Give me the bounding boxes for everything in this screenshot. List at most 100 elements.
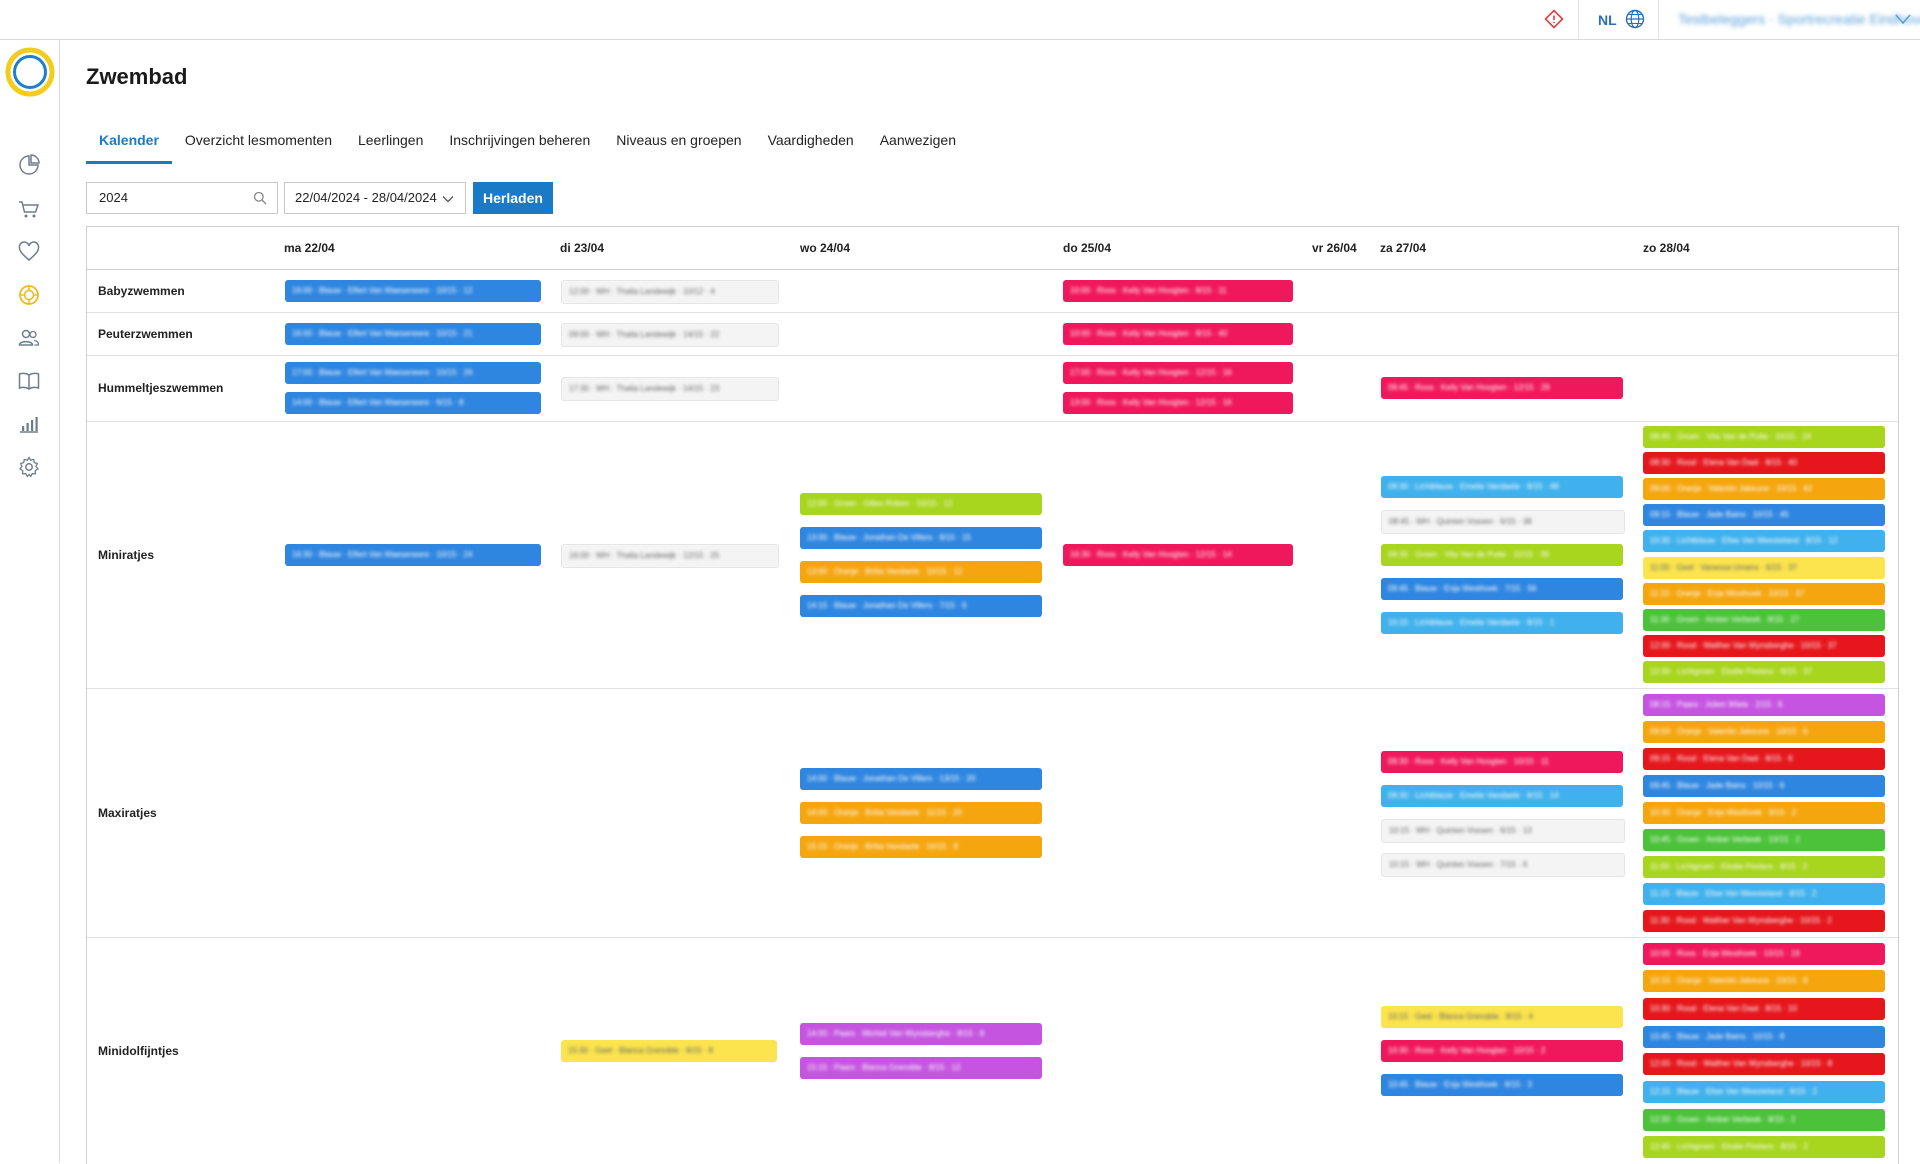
lesson-event[interactable]: 09:45 · Blauw · Jade Bains · 10/15 · 6 (1643, 775, 1885, 797)
lesson-event[interactable]: 12:30 · Groen · Amber Verbeek · 8/15 · 2 (1643, 1109, 1885, 1131)
tab-vaardigheden[interactable]: Vaardigheden (755, 126, 867, 160)
lesson-event[interactable]: 17:30 · WH · Thalia Landewijk · 14/15 · … (561, 377, 779, 401)
lesson-event[interactable]: 09:15 · Rood · Elena Van Daal · 8/15 · 6 (1643, 748, 1885, 770)
lesson-event[interactable]: 10:15 · Geel · Blanca Grenoble · 8/15 · … (1381, 1006, 1623, 1028)
lesson-event[interactable]: 11:30 · Groen · Amber Verbeek · 8/15 · 2… (1643, 609, 1885, 631)
day-header: di 23/04 (560, 241, 605, 255)
tab-leerlingen[interactable]: Leerlingen (345, 126, 436, 160)
search-icon[interactable] (253, 191, 267, 205)
dashboard-pie-icon[interactable] (17, 153, 41, 177)
lesson-event[interactable]: 15:15 · Oranje · Britta Vandaele · 10/15… (800, 836, 1042, 858)
alert-icon[interactable] (1543, 8, 1565, 30)
lesson-event[interactable]: 08:45 · WH · Quinten Vossen · 6/15 · 38 (1381, 510, 1625, 534)
year-search-field[interactable] (86, 182, 278, 214)
lesson-event[interactable]: 12:00 · Groen · Gilles Roben · 10/15 · 1… (800, 493, 1042, 515)
lesson-event[interactable]: 12:15 · Blauw · Elise Van Meesteland · 8… (1643, 1081, 1885, 1103)
lesson-event-text: 09:00 · Oranje · Valentin Jakeune · 10/1… (1650, 484, 1813, 493)
row-divider (87, 312, 1898, 313)
lesson-event[interactable]: 10:15 · WH · Quinten Vossen · 7/15 · 6 (1381, 853, 1625, 877)
lesson-event[interactable]: 08:30 · Rood · Elena Van Daal · 8/15 · 4… (1643, 452, 1885, 474)
lesson-event[interactable]: 11:15 · Blauw · Elise Van Meesteland · 8… (1643, 883, 1885, 905)
lesson-event[interactable]: 10:45 · Blauw · Enja Westhoek · 8/15 · 3 (1381, 1074, 1623, 1096)
lesson-event[interactable]: 10:30 · Rood · Elena Van Daal · 8/15 · 1… (1643, 998, 1885, 1020)
lesson-event[interactable]: 08:15 · Paars · Jolien Wiele · 2/15 · 6 (1643, 694, 1885, 716)
row-divider (87, 355, 1898, 356)
lesson-event[interactable]: 10:00 · Roos · Enja Westhoek · 10/15 · 1… (1643, 943, 1885, 965)
lesson-event[interactable]: 13:00 · Roos · Kelly Van Hoogten · 12/15… (1063, 392, 1293, 414)
lesson-event[interactable]: 10:30 · Lichtblauw · Elise Van Meestelan… (1643, 530, 1885, 552)
chevron-down-icon[interactable] (1893, 9, 1913, 29)
lesson-event[interactable]: 11:30 · Rood · Walther Van Wynsberghe · … (1643, 910, 1885, 932)
reload-button[interactable]: Herladen (473, 182, 553, 214)
account-name[interactable]: Testbeleggers · Sportrecreatie Eindhoven (1678, 11, 1920, 27)
settings-gear-icon[interactable] (17, 455, 41, 479)
lesson-event[interactable]: 09:30 · Lichtblauw · Emelie Vandaele · 8… (1381, 785, 1623, 807)
language-selector[interactable]: NL (1598, 12, 1617, 28)
lesson-event[interactable]: 09:45 · Roos · Kelly Van Hoogten · 12/15… (1381, 377, 1623, 399)
lesson-event[interactable]: 10:00 · Roos · Kelly Van Hoogten · 8/15 … (1063, 323, 1293, 345)
lesson-event-text: 11:30 · Groen · Amber Verbeek · 8/15 · 2… (1650, 615, 1800, 624)
tab-overzicht-lesmomenten[interactable]: Overzicht lesmomenten (172, 126, 345, 160)
date-range-select[interactable]: 22/04/2024 - 28/04/2024 (284, 182, 466, 214)
lesson-event[interactable]: 13:00 · Blauw · Jonathan De Villers · 8/… (800, 527, 1042, 549)
lesson-event[interactable]: 10:00 · Roos · Kelly Van Hoogten · 8/15 … (1063, 280, 1293, 302)
lesson-event[interactable]: 15:30 · Geel · Blanca Grenoble · 9/15 · … (561, 1040, 777, 1062)
lesson-event[interactable]: 15:15 · Paars · Blanca Grenoble · 8/15 ·… (800, 1057, 1042, 1079)
tab-kalender[interactable]: Kalender (86, 126, 172, 164)
lesson-event[interactable]: 09:30 · Roos · Kelly Van Hoogten · 10/15… (1381, 751, 1623, 773)
lesson-event[interactable]: 11:00 · Geel · Vanessa Umans · 6/15 · 37 (1643, 557, 1885, 579)
tab-aanwezigen[interactable]: Aanwezigen (867, 126, 969, 160)
lesson-event[interactable]: 09:00 · Oranje · Valentin Jakeune · 10/1… (1643, 721, 1885, 743)
lesson-event[interactable]: 17:00 · Blauw · Elfert Van Maeseneere · … (285, 362, 541, 384)
day-header: vr 26/04 (1312, 241, 1357, 255)
lesson-event[interactable]: 16:00 · Blauw · Elfert Van Maeseneere · … (285, 280, 541, 302)
swimming-ring-icon[interactable] (17, 283, 41, 307)
lesson-event-text: 09:15 · Blauw · Jade Bains · 10/15 · 45 (1650, 510, 1789, 519)
lesson-event[interactable]: 16:00 · WH · Thalia Landewijk · 12/15 · … (561, 544, 779, 568)
row-divider (87, 937, 1898, 938)
lesson-event[interactable]: 16:30 · Roos · Kelly Van Hoogten · 12/15… (1063, 544, 1293, 566)
lesson-event[interactable]: 10:30 · Oranje · Enja Westhoek · 8/15 · … (1643, 802, 1885, 824)
lesson-event[interactable]: 12:00 · Rood · Walther Van Wynsberghe · … (1643, 635, 1885, 657)
lesson-event[interactable]: 11:00 · Lichtgroen · Elodie Peeters · 8/… (1643, 856, 1885, 878)
lesson-event[interactable]: 09:45 · Blauw · Enja Westhoek · 7/15 · 5… (1381, 578, 1623, 600)
heart-icon[interactable] (17, 240, 41, 264)
lesson-event[interactable]: 10:15 · Oranje · Valentin Jakeune · 10/1… (1643, 970, 1885, 992)
lesson-event[interactable]: 10:30 · Roos · Kelly Van Hoogten · 10/15… (1381, 1040, 1623, 1062)
lesson-event[interactable]: 12:00 · WH · Thalia Landewijk · 10/12 · … (561, 280, 779, 304)
lesson-event[interactable]: 12:45 · Lichtgroen · Elodie Peeters · 8/… (1643, 1136, 1885, 1158)
book-icon[interactable] (17, 369, 41, 393)
lesson-event[interactable]: 12:00 · Rood · Walther Van Wynsberghe · … (1643, 1053, 1885, 1075)
lesson-event[interactable]: 09:15 · Blauw · Jade Bains · 10/15 · 45 (1643, 504, 1885, 526)
lesson-event[interactable]: 10:15 · Lichtblauw · Emelie Vandaele · 8… (1381, 612, 1623, 634)
lesson-event[interactable]: 13:00 · Oranje · Britta Vandaele · 10/15… (800, 561, 1042, 583)
lesson-event[interactable]: 09:00 · WH · Thalia Landewijk · 14/15 · … (561, 323, 779, 347)
lesson-event[interactable]: 08:45 · Groen · Vita Van de Putte · 10/1… (1643, 426, 1885, 448)
app-logo[interactable] (5, 47, 55, 97)
lesson-event[interactable]: 16:30 · Blauw · Elfert Van Maeseneere · … (285, 544, 541, 566)
lesson-event[interactable]: 10:15 · WH · Quinten Vossen · 6/15 · 13 (1381, 819, 1625, 843)
tab-niveaus-en-groepen[interactable]: Niveaus en groepen (603, 126, 754, 160)
lesson-event[interactable]: 10:45 · Blauw · Jade Bains · 10/15 · 8 (1643, 1026, 1885, 1048)
lesson-event[interactable]: 14:00 · Oranje · Britta Vandaele · 11/15… (800, 802, 1042, 824)
lesson-event[interactable]: 11:15 · Oranje · Enja Westhoek · 10/15 ·… (1643, 583, 1885, 605)
lesson-event[interactable]: 09:30 · Lichtblauw · Emelie Vandaele · 8… (1381, 476, 1623, 498)
lesson-event[interactable]: 14:00 · Blauw · Elfert Van Maeseneere · … (285, 392, 541, 414)
lesson-event[interactable]: 10:45 · Groen · Amber Verbeek · 10/15 · … (1643, 829, 1885, 851)
lesson-event[interactable]: 17:00 · Roos · Kelly Van Hoogten · 12/15… (1063, 362, 1293, 384)
statistics-icon[interactable] (17, 412, 41, 436)
lesson-event[interactable]: 16:00 · Blauw · Elfert Van Maeseneere · … (285, 323, 541, 345)
lesson-event[interactable]: 09:30 · Groen · Vita Van de Putte · 10/1… (1381, 544, 1623, 566)
lesson-event-text: 16:30 · Blauw · Elfert Van Maeseneere · … (292, 550, 473, 559)
tab-inschrijvingen-beheren[interactable]: Inschrijvingen beheren (436, 126, 603, 160)
lesson-event[interactable]: 12:30 · Lichtgroen · Elodie Peeters · 8/… (1643, 661, 1885, 683)
users-icon[interactable] (17, 326, 41, 350)
lesson-event[interactable]: 09:00 · Oranje · Valentin Jakeune · 10/1… (1643, 478, 1885, 500)
lesson-event[interactable]: 14:15 · Blauw · Jonathan De Villers · 7/… (800, 595, 1042, 617)
globe-icon[interactable] (1624, 8, 1646, 30)
year-search-input[interactable] (97, 189, 241, 206)
day-header: wo 24/04 (800, 241, 851, 255)
lesson-event[interactable]: 14:00 · Paars · Michiel Van Wynsberghe ·… (800, 1023, 1042, 1045)
cart-icon[interactable] (17, 197, 41, 221)
lesson-event[interactable]: 14:00 · Blauw · Jonathan De Villers · 13… (800, 768, 1042, 790)
